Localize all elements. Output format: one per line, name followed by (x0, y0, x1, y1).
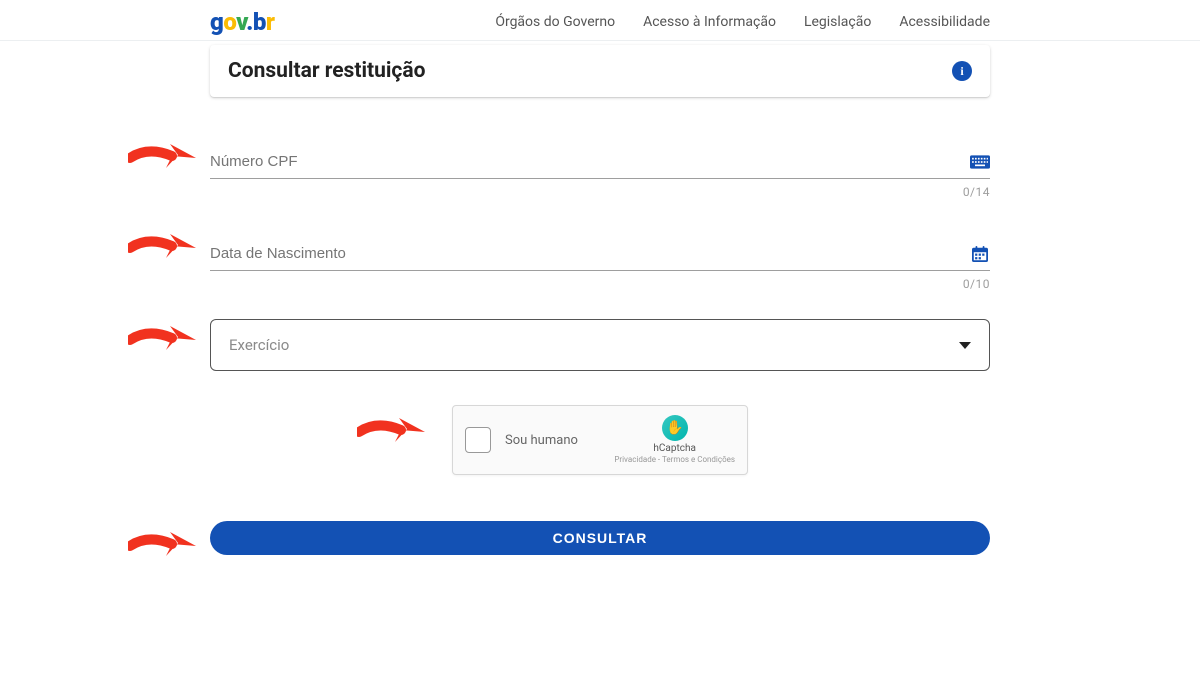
keyboard-icon[interactable] (970, 154, 990, 170)
cpf-counter: 0/14 (210, 185, 990, 199)
dob-field: 0/10 (210, 241, 990, 291)
nav-orgaos[interactable]: Órgãos do Governo (495, 14, 615, 30)
top-nav: Órgãos do Governo Acesso à Informação Le… (495, 14, 990, 30)
annotation-arrow (128, 138, 198, 178)
hcaptcha-logo-icon: ✋ (662, 415, 688, 441)
annotation-arrow (128, 526, 198, 566)
dob-counter: 0/10 (210, 277, 990, 291)
consultar-button[interactable]: CONSULTAR (210, 521, 990, 555)
hcaptcha-widget: Sou humano ✋ hCaptcha Privacidade - Term… (452, 405, 748, 475)
cpf-input[interactable] (210, 149, 970, 174)
chevron-down-icon (959, 342, 971, 349)
calendar-icon[interactable] (970, 246, 990, 262)
cpf-field: 0/14 (210, 149, 990, 199)
nav-acesso-informacao[interactable]: Acesso à Informação (643, 14, 776, 30)
govbr-logo[interactable]: gov.br (210, 8, 274, 36)
top-bar: gov.br Órgãos do Governo Acesso à Inform… (0, 0, 1200, 41)
captcha-brand: ✋ hCaptcha Privacidade - Termos e Condiç… (614, 415, 735, 465)
exercicio-select[interactable]: Exercício (210, 319, 990, 371)
info-icon[interactable]: i (952, 61, 972, 81)
dob-input[interactable] (210, 241, 970, 266)
page-title: Consultar restituição (228, 59, 425, 83)
annotation-arrow (128, 228, 198, 268)
captcha-checkbox[interactable] (465, 427, 491, 453)
exercicio-label: Exercício (229, 336, 289, 354)
nav-legislacao[interactable]: Legislação (804, 14, 871, 30)
captcha-label: Sou humano (505, 433, 600, 448)
nav-acessibilidade[interactable]: Acessibilidade (899, 14, 990, 30)
page-title-card: Consultar restituição i (210, 45, 990, 97)
annotation-arrow (128, 320, 198, 360)
